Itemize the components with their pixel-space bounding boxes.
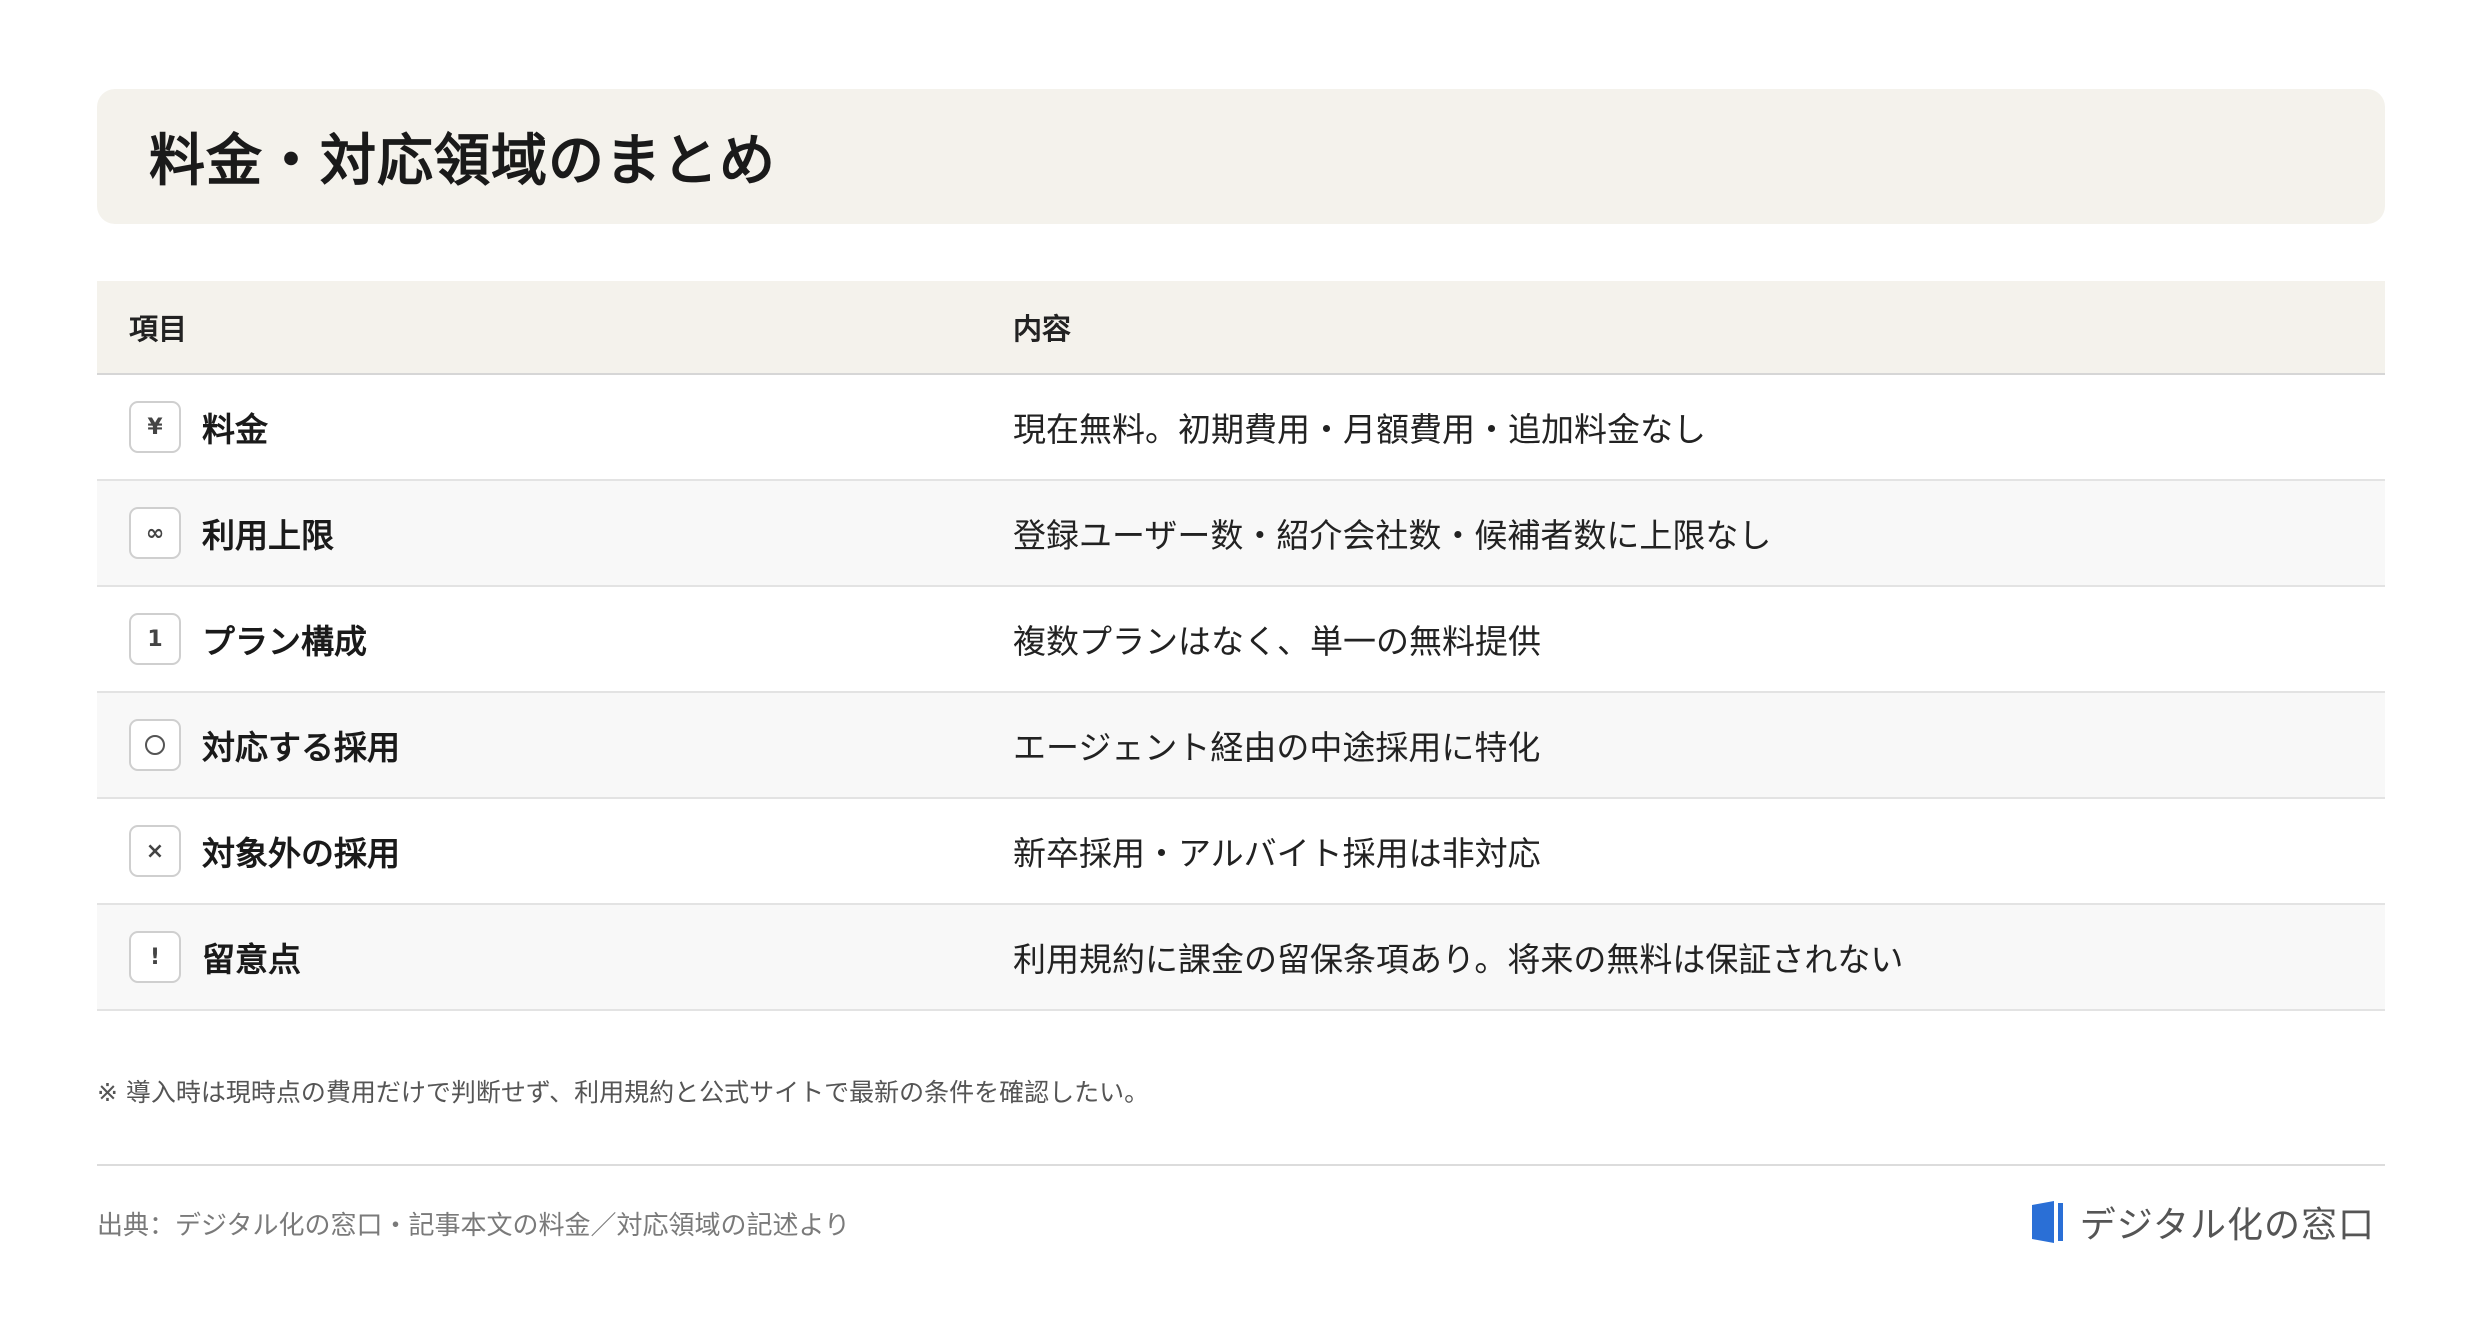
row-label: 留意点 — [202, 940, 301, 979]
row-label: 利用上限 — [202, 516, 334, 555]
table-row: ∞ 利用上限 登録ユーザー数・紹介会社数・候補者数に上限なし — [97, 481, 2385, 587]
divider — [97, 1164, 2385, 1166]
logo-text: デジタル化の窓口 — [2079, 1205, 2375, 1246]
yen-icon: ¥ — [129, 401, 181, 453]
table-row: 1 プラン構成 複数プランはなく、単一の無料提供 — [97, 587, 2385, 693]
header-content: 内容 — [1013, 312, 1072, 346]
footnote: ※ 導入時は現時点の費用だけで判断せず、利用規約と公式サイトで最新の条件を確認し… — [97, 1078, 1150, 1107]
brand-logo: デジタル化の窓口 — [2028, 1196, 2375, 1248]
exclamation-icon: ! — [129, 931, 181, 983]
title-banner: 料金・対応領域のまとめ — [97, 89, 2385, 224]
row-label: 料金 — [202, 410, 268, 449]
summary-table: 項目 内容 ¥ 料金 現在無料。初期費用・月額費用・追加料金なし ∞ 利用上限 … — [97, 281, 2385, 1011]
row-content: 登録ユーザー数・紹介会社数・候補者数に上限なし — [1013, 516, 1772, 555]
row-label: 対応する採用 — [202, 728, 400, 767]
row-content: エージェント経由の中途採用に特化 — [1013, 728, 1541, 767]
row-content: 利用規約に課金の留保条項あり。将来の無料は保証されない — [1013, 940, 1904, 979]
circle-icon — [129, 719, 181, 771]
table-row: ¥ 料金 現在無料。初期費用・月額費用・追加料金なし — [97, 375, 2385, 481]
infinity-icon: ∞ — [129, 507, 181, 559]
row-content: 現在無料。初期費用・月額費用・追加料金なし — [1013, 410, 1706, 449]
cross-icon: × — [129, 825, 181, 877]
table-header: 項目 内容 — [97, 281, 2385, 375]
header-item: 項目 — [129, 312, 188, 346]
table-row: 対応する採用 エージェント経由の中途採用に特化 — [97, 693, 2385, 799]
source-credit: 出典：デジタル化の窓口・記事本文の料金／対応領域の記述より — [97, 1211, 850, 1241]
number-one-icon: 1 — [129, 613, 181, 665]
row-content: 新卒採用・アルバイト採用は非対応 — [1013, 834, 1541, 873]
table-row: ! 留意点 利用規約に課金の留保条項あり。将来の無料は保証されない — [97, 905, 2385, 1011]
page-title: 料金・対応領域のまとめ — [149, 129, 776, 194]
row-content: 複数プランはなく、単一の無料提供 — [1013, 622, 1541, 661]
row-label: プラン構成 — [202, 622, 367, 661]
table-row: × 対象外の採用 新卒採用・アルバイト採用は非対応 — [97, 799, 2385, 905]
row-label: 対象外の採用 — [202, 834, 400, 873]
logo-mark-icon — [2031, 1201, 2063, 1243]
